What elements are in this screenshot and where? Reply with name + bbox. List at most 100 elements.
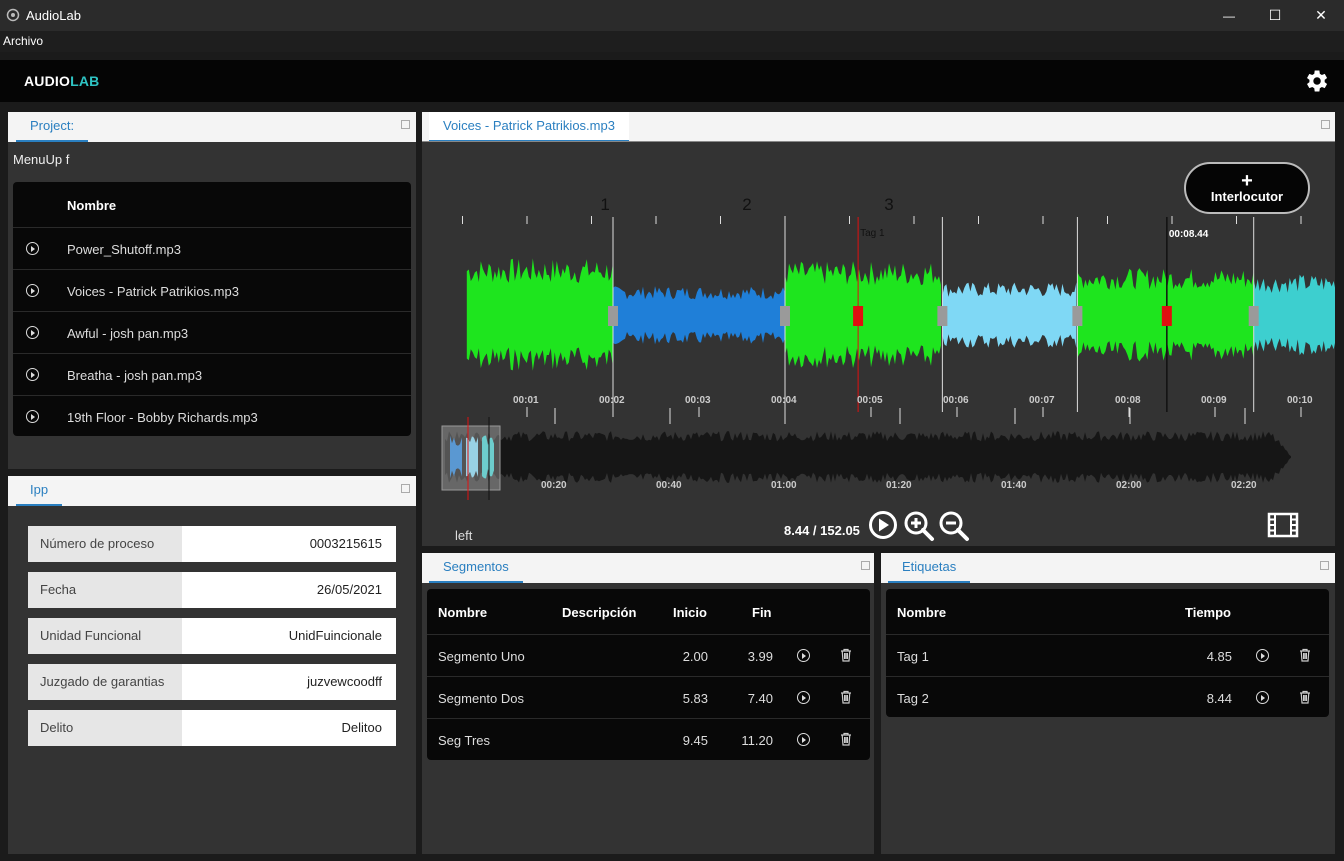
waveform-segment [466,258,613,371]
maximize-panel-icon[interactable] [861,561,870,570]
field-value[interactable]: 26/05/2021 [182,572,396,608]
segment-number: 3 [884,195,893,214]
field-value[interactable]: juzvewcoodff [182,664,396,700]
file-name: Awful - josh pan.mp3 [67,326,189,341]
tab-ipp[interactable]: Ipp [16,476,63,506]
tab-etiquetas[interactable]: Etiquetas [888,553,971,583]
segment-start: 2.00 [682,649,708,664]
file-row[interactable]: Awful - josh pan.mp3 [13,311,411,354]
tag-row[interactable]: Tag 2 8.44 [886,676,1329,719]
trash-icon[interactable] [1299,648,1311,665]
etiquetas-tabstrip: Etiquetas [881,553,1335,583]
file-row[interactable]: Power_Shutoff.mp3 [13,227,411,270]
field-label: Fecha [28,572,182,608]
play-circle-icon[interactable] [26,284,39,297]
play-circle-icon[interactable] [1256,691,1269,704]
segment-name: Segmento Dos [438,691,524,706]
form-field: Delito Delitoo [28,710,396,746]
segmentos-tabstrip: Segmentos [422,553,874,583]
tag-name: Tag 2 [897,691,929,706]
tab-segmentos[interactable]: Segmentos [429,553,523,583]
ipp-tabstrip: Ipp [8,476,416,506]
file-row[interactable]: Breatha - josh pan.mp3 [13,353,411,396]
overview-tick-label: 02:20 [1231,480,1257,491]
tag-name: Tag 1 [897,649,929,664]
title-bar: AudioLab — ☐ ✕ [0,0,1344,31]
segment-start: 9.45 [682,733,708,748]
waveform-segment [1253,274,1335,356]
zoom-in-icon[interactable] [903,510,935,542]
play-circle-icon[interactable] [797,733,810,746]
segment-handle [780,306,790,326]
trash-icon[interactable] [840,648,852,665]
field-label: Unidad Funcional [28,618,182,654]
maximize-panel-icon[interactable] [1321,120,1330,129]
gear-icon[interactable] [1302,67,1330,95]
waveform-segment [613,286,785,345]
timeline-tick-label: 00:05 [857,395,883,406]
maximize-button[interactable]: ☐ [1252,0,1298,31]
form-field: Unidad Funcional UnidFuincionale [28,618,396,654]
zoom-out-icon[interactable] [938,510,970,542]
tag-header-tiempo: Tiempo [1185,605,1231,620]
cursor-time-label: 00:08.44 [1169,229,1209,240]
file-name: Power_Shutoff.mp3 [67,242,181,257]
player-panel: Voices - Patrick Patrikios.mp3 Tag 1 00:0… [422,112,1335,546]
channel-label: left [455,528,473,543]
segment-end: 11.20 [741,733,773,748]
play-icon[interactable] [868,510,898,540]
maximize-panel-icon[interactable] [1320,561,1329,570]
overview-tick-label: 00:40 [656,480,682,491]
minimize-button[interactable]: — [1206,0,1252,31]
etiquetas-table: Nombre Tiempo Tag 1 4.85 Tag 2 8.44 [886,589,1329,717]
timeline-tick-label: 00:07 [1029,395,1055,406]
segment-handle [608,306,618,326]
file-row[interactable]: Voices - Patrick Patrikios.mp3 [13,269,411,312]
overview-tick-label: 01:40 [1001,480,1027,491]
waveform-segment [942,282,1077,348]
segment-row[interactable]: Seg Tres 9.45 11.20 [427,718,870,761]
play-circle-icon[interactable] [26,242,39,255]
play-circle-icon[interactable] [1256,649,1269,662]
tag-time: 8.44 [1206,691,1232,706]
segment-handle [1072,306,1083,326]
play-circle-icon[interactable] [26,326,39,339]
minimize-icon: — [1223,8,1235,23]
tag-marker-handle [853,306,864,326]
ipp-panel: Ipp Número de proceso 0003215615 Fecha 26/0… [8,476,416,854]
field-label: Número de proceso [28,526,182,562]
maximize-icon: ☐ [1268,7,1282,23]
maximize-panel-icon[interactable] [401,484,410,493]
film-icon[interactable] [1267,512,1299,538]
segment-row[interactable]: Segmento Uno 2.00 3.99 [427,634,870,677]
field-value[interactable]: Delitoo [182,710,396,746]
trash-icon[interactable] [840,690,852,707]
tab-player-file[interactable]: Voices - Patrick Patrikios.mp3 [429,112,629,142]
tab-project[interactable]: Project: [16,112,89,142]
trash-icon[interactable] [840,732,852,749]
form-field: Fecha 26/05/2021 [28,572,396,608]
close-button[interactable]: ✕ [1298,0,1344,31]
project-tabstrip: Project: [8,112,416,142]
menu-archivo[interactable]: Archivo [3,34,43,48]
tag-row[interactable]: Tag 1 4.85 [886,634,1329,677]
maximize-panel-icon[interactable] [401,120,410,129]
field-value[interactable]: UnidFuincionale [182,618,396,654]
play-circle-icon[interactable] [26,410,39,423]
trash-icon[interactable] [1299,690,1311,707]
menu-bar: Archivo [0,31,1344,52]
segment-row[interactable]: Segmento Dos 5.83 7.40 [427,676,870,719]
interlocutor-button[interactable]: + Interlocutor [1184,162,1310,214]
window-title: AudioLab [26,8,81,23]
play-circle-icon[interactable] [797,691,810,704]
segment-name: Seg Tres [438,733,491,748]
segment-handle [937,306,948,326]
segmentos-table: Nombre Descripción Inicio Fin Segmento U… [427,589,870,760]
menu-up-label: MenuUp f [13,152,70,167]
app-logo: AUDIOLAB [24,73,100,89]
play-circle-icon[interactable] [26,368,39,381]
field-value[interactable]: 0003215615 [182,526,396,562]
play-circle-icon[interactable] [797,649,810,662]
overview-tick-label: 01:00 [771,480,797,491]
file-row[interactable]: 19th Floor - Bobby Richards.mp3 [13,395,411,438]
